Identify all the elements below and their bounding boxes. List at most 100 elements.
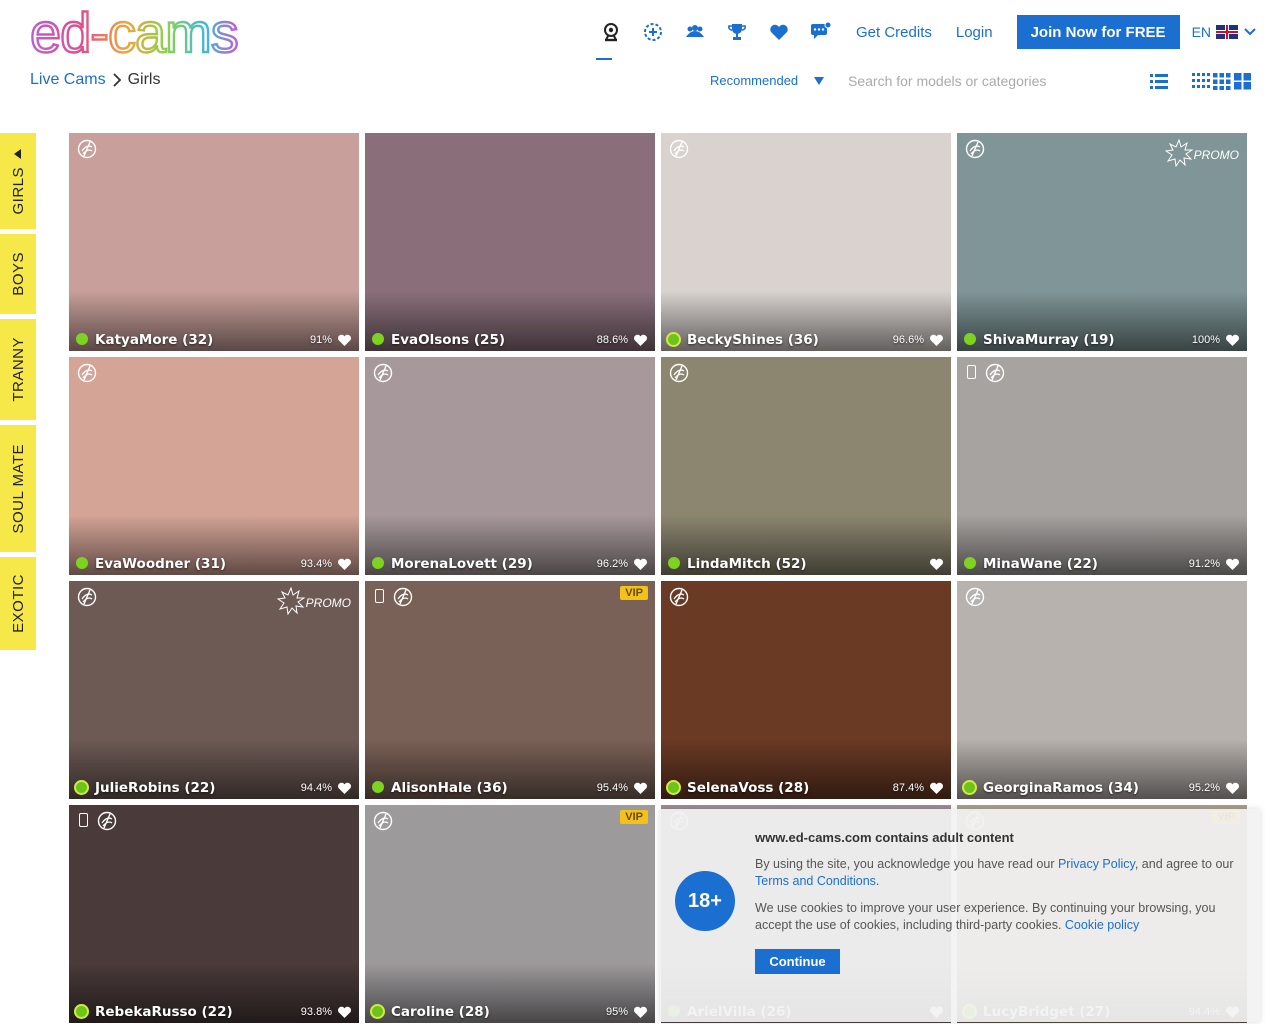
cookie-text: We use cookies to improve your user expe… (755, 901, 1216, 932)
side-tab-boys[interactable]: BOYS (0, 234, 36, 314)
category-side-tabs: GIRLS BOYS TRANNY SOUL MATE EXOTIC (0, 133, 36, 655)
language-code: EN (1191, 24, 1212, 40)
side-tab-label: GIRLS (9, 167, 27, 215)
model-card[interactable]: MinaWane (22) 91.2% (957, 357, 1247, 575)
favorite-heart-icon[interactable] (633, 332, 648, 346)
search-input[interactable] (848, 68, 1118, 94)
hd-broadcast-icon (77, 139, 97, 159)
svg-text:ed-cams: ed-cams (30, 2, 238, 62)
hd-broadcast-icon (669, 587, 689, 607)
favorite-heart-icon[interactable] (633, 1004, 648, 1018)
join-now-button[interactable]: Join Now for FREE (1016, 15, 1180, 49)
favorite-heart-icon[interactable] (633, 556, 648, 570)
favorite-heart-icon[interactable] (1225, 332, 1240, 346)
chevron-right-icon (112, 73, 121, 87)
favorite-heart-icon[interactable] (337, 332, 352, 346)
model-name: LindaMitch (52) (687, 556, 807, 572)
model-card[interactable]: VIP Caroline (28) 95% (365, 805, 655, 1023)
model-card[interactable]: GeorginaRamos (34) 95.2% (957, 581, 1247, 799)
ed-cams-logo[interactable]: ed-cams (30, 2, 266, 62)
online-status-icon (370, 1004, 385, 1019)
model-rating: 95.4% (596, 782, 628, 794)
language-selector[interactable]: EN (1192, 24, 1257, 40)
new-models-icon[interactable] (632, 12, 674, 52)
model-name: JulieRobins (22) (95, 780, 216, 796)
favorite-heart-icon[interactable] (929, 780, 944, 794)
favorite-heart-icon[interactable] (1225, 780, 1240, 794)
favorite-heart-icon[interactable] (337, 1004, 352, 1018)
model-name: EvaOlsons (25) (391, 332, 506, 348)
model-rating: 87.4% (892, 782, 924, 794)
promo-starburst-icon (276, 586, 306, 618)
model-name: EvaWoodner (31) (95, 556, 227, 572)
hd-broadcast-icon (97, 811, 117, 831)
model-name: AlisonHale (36) (391, 780, 508, 796)
model-card[interactable]: PROMO ShivaMurray (19) 100% (957, 133, 1247, 351)
side-tab-label: BOYS (9, 252, 27, 296)
side-tab-girls[interactable]: GIRLS (0, 133, 36, 229)
model-name: BeckyShines (36) (687, 332, 819, 348)
breadcrumb-live-cams[interactable]: Live Cams (30, 71, 106, 89)
online-status-icon (76, 557, 88, 569)
favorite-heart-icon[interactable] (633, 780, 648, 794)
login-link[interactable]: Login (956, 24, 993, 41)
trophy-icon[interactable] (716, 12, 758, 52)
medium-grid-view-icon[interactable] (1213, 72, 1231, 90)
model-card[interactable]: MorenaLovett (29) 96.2% (365, 357, 655, 575)
mobile-icon (967, 365, 976, 379)
breadcrumb: Live Cams Girls (30, 71, 160, 89)
dialog-cookie-text: We use cookies to improve your user expe… (755, 900, 1245, 934)
hd-broadcast-icon (373, 811, 393, 831)
model-card[interactable]: PROMO JulieRobins (22) 94.4% (69, 581, 359, 799)
online-status-icon (964, 333, 976, 345)
promo-starburst-icon (1164, 138, 1194, 170)
favorite-heart-icon[interactable] (337, 556, 352, 570)
model-card[interactable]: BeckyShines (36) 96.6% (661, 133, 951, 351)
favorite-heart-icon[interactable] (1225, 556, 1240, 570)
uk-flag-icon (1216, 25, 1239, 39)
messages-icon[interactable] (800, 12, 842, 52)
favorite-heart-icon[interactable] (337, 780, 352, 794)
model-card[interactable]: VIP AlisonHale (36) 95.4% (365, 581, 655, 799)
model-rating: 91.2% (1188, 558, 1220, 570)
dialog-terms-text: By using the site, you acknowledge you h… (755, 856, 1245, 890)
model-name: SelenaVoss (28) (687, 780, 810, 796)
caret-down-icon (814, 76, 825, 85)
sort-dropdown[interactable]: Recommended (710, 73, 825, 88)
webcam-icon[interactable] (590, 12, 632, 60)
terms-conditions-link[interactable]: Terms and Conditions (755, 874, 876, 888)
model-card[interactable]: EvaWoodner (31) 93.4% (69, 357, 359, 575)
online-status-icon (372, 333, 384, 345)
cookie-policy-link[interactable]: Cookie policy (1065, 918, 1139, 932)
online-status-icon (964, 557, 976, 569)
model-card[interactable]: EvaOlsons (25) 88.6% (365, 133, 655, 351)
favorite-heart-icon[interactable] (929, 556, 944, 570)
model-card[interactable]: LindaMitch (52) (661, 357, 951, 575)
privacy-policy-link[interactable]: Privacy Policy (1058, 857, 1135, 871)
model-rating: 100% (1191, 334, 1220, 346)
hd-broadcast-icon (965, 587, 985, 607)
favorites-heart-icon[interactable] (758, 12, 800, 52)
model-card[interactable]: KatyaMore (32) 91% (69, 133, 359, 351)
vip-badge: VIP (620, 586, 648, 600)
list-view-icon[interactable] (1150, 72, 1168, 90)
side-tab-tranny[interactable]: TRANNY (0, 319, 36, 420)
mobile-icon (375, 589, 384, 603)
groups-icon[interactable] (674, 12, 716, 52)
large-grid-view-icon[interactable] (1234, 72, 1252, 90)
promo-badge: PROMO (1164, 138, 1239, 170)
small-grid-view-icon[interactable] (1192, 72, 1210, 90)
view-toggles (1150, 72, 1252, 90)
terms-text-2: , and agree to our (1134, 857, 1234, 871)
model-card[interactable]: RebekaRusso (22) 93.8% (69, 805, 359, 1023)
get-credits-link[interactable]: Get Credits (856, 24, 932, 41)
favorite-heart-icon[interactable] (929, 332, 944, 346)
side-tab-exotic[interactable]: EXOTIC (0, 557, 36, 650)
side-tab-soul-mate[interactable]: SOUL MATE (0, 425, 36, 552)
model-rating: 96.6% (892, 334, 924, 346)
promo-label: PROMO (305, 595, 351, 610)
model-card[interactable]: SelenaVoss (28) 87.4% (661, 581, 951, 799)
age-18-badge: 18+ (675, 871, 735, 931)
continue-button[interactable]: Continue (755, 949, 840, 974)
hd-broadcast-icon (393, 587, 413, 607)
